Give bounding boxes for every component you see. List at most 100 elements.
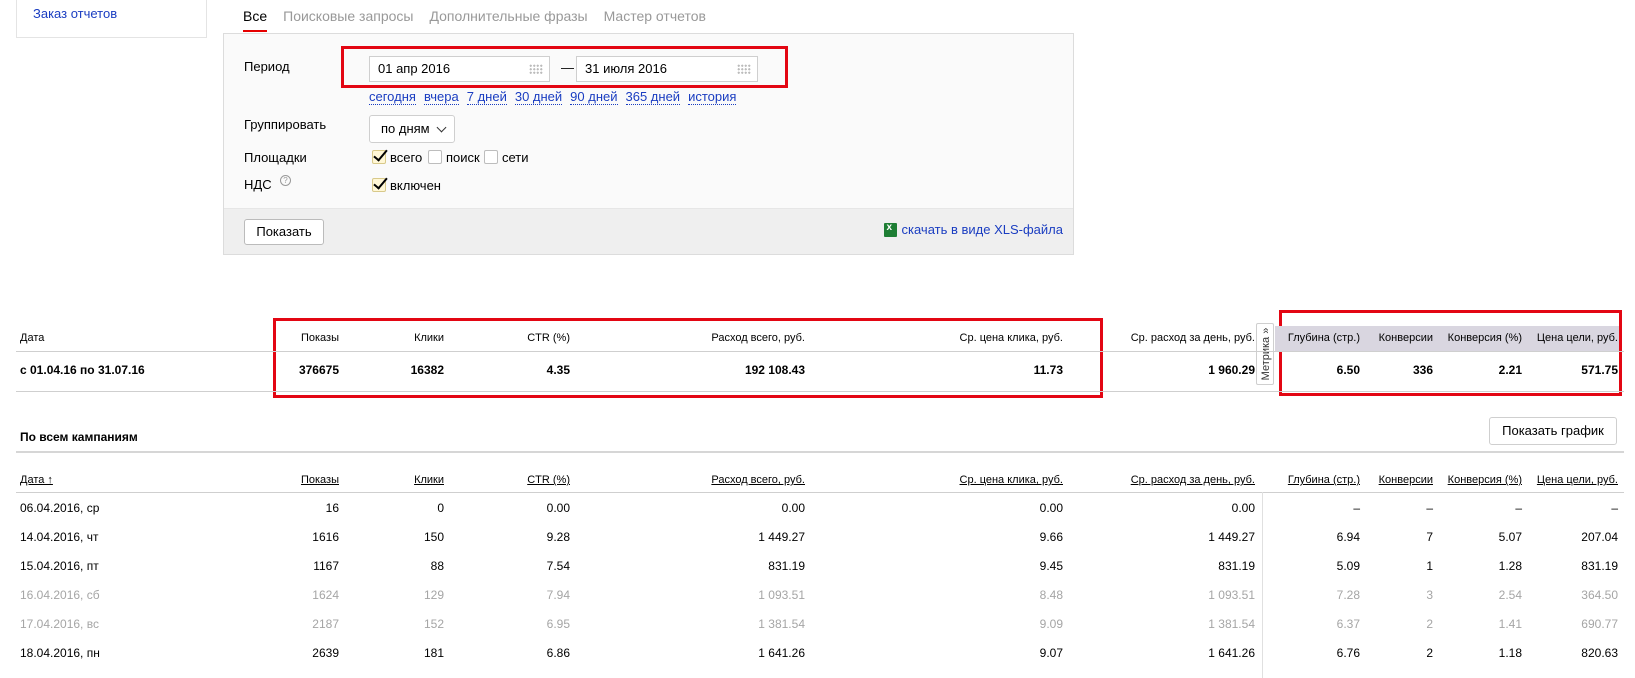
cell-date: 06.04.2016, ср — [20, 501, 100, 515]
cell-total-spend: 1 381.54 — [758, 617, 805, 631]
metrika-toggle-tab[interactable]: Метрика » — [1256, 323, 1274, 385]
cell-clicks: 150 — [423, 530, 444, 544]
quick-link-90-days[interactable]: 90 дней — [570, 89, 618, 105]
cell-depth: 6.37 — [1336, 617, 1360, 631]
summary-header-goal-cost: Цена цели, руб. — [1536, 332, 1618, 344]
summary-conversion-rate: 2.21 — [1498, 363, 1522, 377]
date-from-input[interactable]: 01 апр 2016 — [369, 56, 550, 82]
tab-all[interactable]: Все — [243, 6, 268, 34]
cell-date: 15.04.2016, пт — [20, 559, 99, 573]
platform-search-checkbox[interactable] — [428, 150, 442, 164]
cell-clicks: 88 — [430, 559, 444, 573]
cell-impressions: 1616 — [312, 530, 339, 544]
summary-clicks: 16382 — [410, 363, 444, 377]
show-chart-button[interactable]: Показать график — [1489, 417, 1617, 445]
column-sort-total-spend[interactable]: Расход всего, руб. — [711, 474, 805, 486]
summary-ctr: 4.35 — [546, 363, 570, 377]
quick-link-7-days[interactable]: 7 дней — [466, 89, 507, 105]
summary-header-ctr: CTR (%) — [527, 332, 570, 344]
date-from-value: 01 апр 2016 — [378, 61, 451, 76]
cell-date: 17.04.2016, вс — [20, 617, 99, 631]
column-sort-ctr[interactable]: CTR (%) — [527, 474, 570, 486]
show-button[interactable]: Показать — [244, 219, 324, 245]
annotation-summary-box — [273, 318, 1103, 398]
summary-divider — [16, 351, 1624, 352]
period-quick-links: сегодня вчера 7 дней 30 дней 90 дней 365… — [369, 89, 744, 105]
download-xls-link[interactable]: скачать в виде XLS-файла — [883, 222, 1063, 237]
summary-impressions: 376675 — [298, 363, 339, 377]
filter-panel: Период 01 апр 2016 — 31 июля 2016 сегодн… — [223, 33, 1074, 255]
chevron-down-icon — [436, 122, 447, 133]
cell-depth: 7.28 — [1336, 588, 1360, 602]
cell-impressions: 1167 — [313, 559, 339, 573]
date-separator: — — [561, 60, 574, 75]
cell-avg-daily-spend: 1 093.51 — [1208, 588, 1255, 602]
quick-link-yesterday[interactable]: вчера — [423, 89, 459, 105]
group-by-value: по дням — [381, 121, 430, 136]
calendar-icon[interactable] — [529, 64, 543, 74]
cell-avg-cpc: 9.66 — [1039, 530, 1063, 544]
platform-networks-checkbox[interactable] — [484, 150, 498, 164]
help-icon[interactable]: ? — [280, 175, 291, 186]
platform-search-label: поиск — [446, 150, 480, 165]
summary-header-conversions: Конверсии — [1378, 332, 1433, 344]
cell-total-spend: 0.00 — [781, 501, 805, 515]
tab-search-queries[interactable]: Поисковые запросы — [283, 6, 413, 34]
platform-networks-label: сети — [502, 150, 529, 165]
summary-depth: 6.50 — [1336, 363, 1360, 377]
report-order-link[interactable]: Заказ отчетов — [33, 6, 117, 21]
quick-link-history[interactable]: история — [688, 89, 737, 105]
cell-avg-cpc: 8.48 — [1039, 588, 1063, 602]
report-tabs: Все Поисковые запросы Дополнительные фра… — [243, 6, 722, 34]
cell-conversions: 1 — [1426, 559, 1433, 573]
column-sort-depth[interactable]: Глубина (стр.) — [1288, 474, 1360, 486]
column-sort-date[interactable]: Дата ↑ — [20, 474, 53, 486]
cell-impressions: 16 — [325, 501, 339, 515]
sidebar-card: Заказ отчетов — [16, 0, 207, 38]
cell-conversions: 7 — [1426, 530, 1433, 544]
group-by-select[interactable]: по дням — [369, 115, 455, 143]
cell-date: 14.04.2016, чт — [20, 530, 99, 544]
filter-panel-footer: Показать скачать в виде XLS-файла — [224, 208, 1073, 254]
quick-link-today[interactable]: сегодня — [369, 89, 416, 105]
vat-included-checkbox[interactable] — [372, 178, 386, 192]
column-sort-avg-cpc[interactable]: Ср. цена клика, руб. — [960, 474, 1063, 486]
quick-link-365-days[interactable]: 365 дней — [625, 89, 681, 105]
column-sort-avg-daily-spend[interactable]: Ср. расход за день, руб. — [1131, 474, 1255, 486]
platform-all-label: всего — [390, 150, 423, 165]
column-sort-conversions[interactable]: Конверсии — [1379, 474, 1433, 486]
cell-avg-cpc: 9.09 — [1039, 617, 1063, 631]
cell-conversion-rate: 1.18 — [1498, 646, 1522, 660]
summary-goal-cost: 571.75 — [1581, 363, 1618, 377]
summary-header-clicks: Клики — [414, 332, 444, 344]
cell-depth: 5.09 — [1336, 559, 1360, 573]
summary-header-avg-cpc: Ср. цена клика, руб. — [959, 332, 1063, 344]
platform-all-checkbox[interactable] — [372, 150, 386, 164]
cell-goal-cost: 820.63 — [1581, 646, 1618, 660]
column-sort-conversion-rate[interactable]: Конверсия (%) — [1448, 474, 1522, 486]
cell-impressions: 2187 — [312, 617, 339, 631]
tab-report-wizard[interactable]: Мастер отчетов — [604, 6, 706, 34]
cell-depth: 6.94 — [1336, 530, 1360, 544]
summary-avg-daily-spend: 1 960.29 — [1208, 363, 1255, 377]
tab-additional-phrases[interactable]: Дополнительные фразы — [429, 6, 587, 34]
platforms-label: Площадки — [244, 150, 307, 165]
date-to-input[interactable]: 31 июля 2016 — [576, 56, 758, 82]
campaigns-header-divider — [16, 492, 1624, 493]
cell-conversion-rate: 5.07 — [1498, 530, 1522, 544]
cell-ctr: 7.54 — [546, 559, 570, 573]
group-label: Группировать — [244, 117, 327, 132]
calendar-icon[interactable] — [737, 64, 751, 74]
cell-conversions: 2 — [1426, 646, 1433, 660]
cell-date: 16.04.2016, сб — [20, 588, 100, 602]
cell-avg-cpc: 9.45 — [1039, 559, 1063, 573]
column-sort-clicks[interactable]: Клики — [414, 474, 444, 486]
column-sort-impressions[interactable]: Показы — [301, 474, 339, 486]
metrika-tab-label: Метрика » — [1260, 327, 1272, 381]
cell-total-spend: 1 093.51 — [758, 588, 805, 602]
summary-header-impressions: Показы — [300, 332, 339, 344]
column-sort-goal-cost[interactable]: Цена цели, руб. — [1537, 474, 1618, 486]
cell-conversion-rate: 1.41 — [1498, 617, 1522, 631]
metrika-column-separator — [1262, 492, 1263, 678]
quick-link-30-days[interactable]: 30 дней — [514, 89, 563, 105]
